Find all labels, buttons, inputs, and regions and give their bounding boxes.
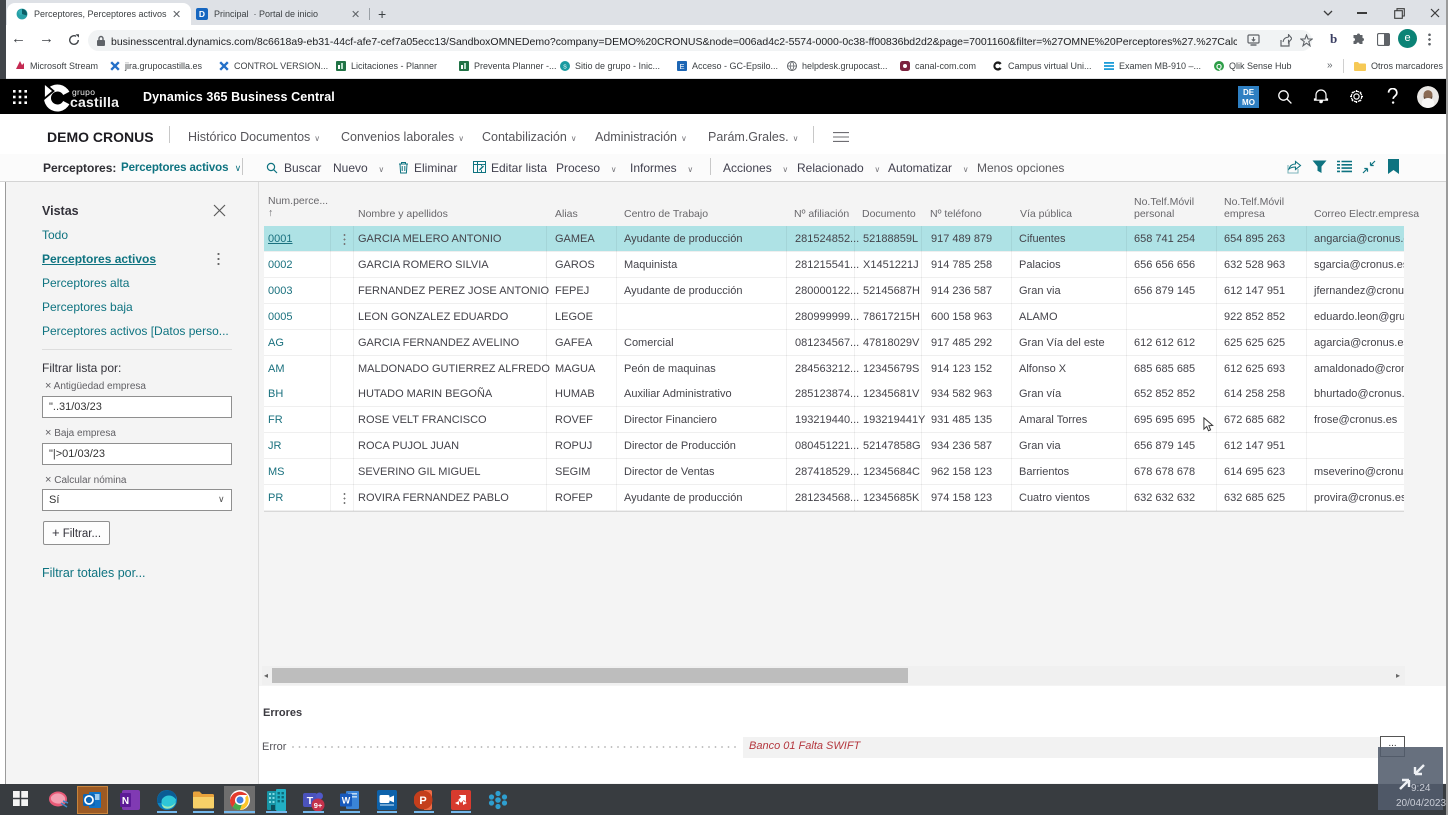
svg-text:D: D [199, 9, 205, 19]
svg-text:P: P [419, 795, 426, 807]
svg-text:s: s [563, 64, 567, 71]
svg-text:9+: 9+ [314, 801, 323, 810]
svg-text:W: W [342, 796, 351, 806]
svg-text:E: E [679, 62, 684, 71]
svg-text:N: N [122, 796, 129, 807]
svg-text:Q: Q [1216, 62, 1222, 71]
